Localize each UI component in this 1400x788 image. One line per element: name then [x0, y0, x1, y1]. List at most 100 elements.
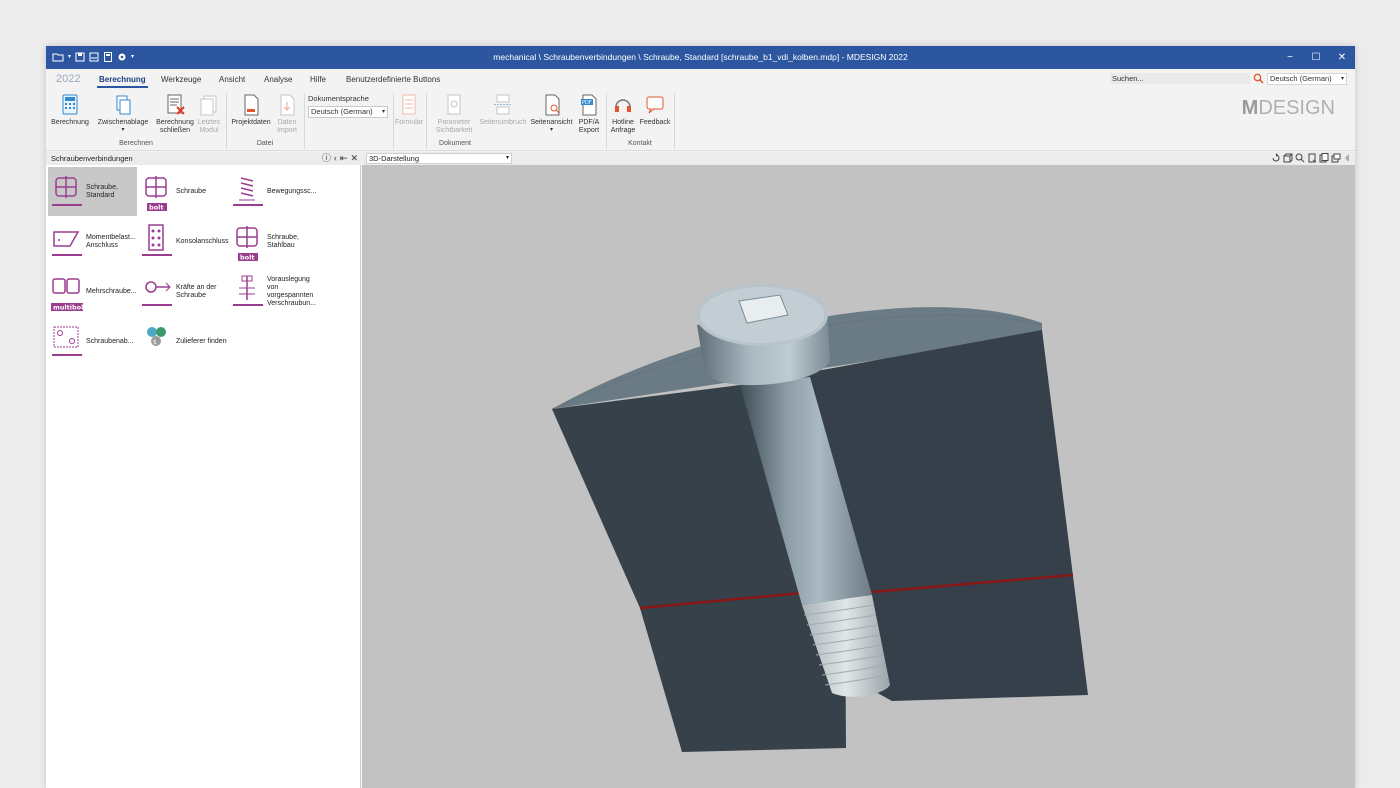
bolt-joint-icon: [52, 175, 82, 206]
tile-label-line: Mehrschraube...: [86, 287, 137, 295]
chevron-down-icon: ▾: [1340, 76, 1344, 82]
dokumentsprache-select[interactable]: Deutsch (German) ▾: [308, 106, 388, 118]
berechnung-button[interactable]: Berechnung: [51, 93, 89, 127]
tab-ansicht[interactable]: Ansicht: [219, 75, 245, 84]
tile-label-line: Schraubenab...: [86, 337, 134, 345]
parameter-visibility-icon: [447, 94, 461, 115]
minimize-button[interactable]: −: [1277, 46, 1303, 69]
berechnung-schliessen-button[interactable]: Berechnung schließen: [155, 93, 195, 134]
search-icon[interactable]: [1253, 73, 1264, 84]
tile-momentbelastet-anschluss[interactable]: Momentbelast... Anschluss: [48, 217, 137, 266]
tab-benutzerdefinierte-buttons[interactable]: Benutzerdefinierte Buttons: [346, 75, 440, 84]
tile-label-line: Vorauslegung: [267, 275, 310, 283]
hotline-anfrage-button[interactable]: Hotline Anfrage: [608, 93, 638, 134]
svg-text:PDF: PDF: [582, 100, 592, 106]
tab-hilfe[interactable]: Hilfe: [310, 75, 326, 84]
view-mode-select[interactable]: 3D-Darstellung ▾: [366, 153, 512, 164]
supplier-search-icon: $: [147, 326, 166, 346]
seitenumbruch-button[interactable]: Seitenumbruch: [478, 93, 528, 127]
feedback-button[interactable]: Feedback: [638, 93, 672, 127]
project-document-icon: [244, 94, 259, 116]
svg-text:bolt: bolt: [240, 253, 254, 261]
app-window: ▾ ▾ mechanical \ Schraubenverbindungen \…: [46, 46, 1355, 788]
page-break-icon: [494, 94, 512, 115]
calculator-icon: [62, 94, 78, 115]
ribbon: Berechnung Zwischenablage ▾ Berechnung s…: [46, 89, 1355, 151]
language-select[interactable]: Deutsch (German) ▾: [1267, 73, 1347, 85]
dokumentsprache-value: Deutsch (German): [311, 107, 373, 116]
form-icon: [402, 94, 416, 115]
spring-screw-icon: [233, 176, 263, 206]
collapse-left-icon[interactable]: [1343, 153, 1351, 163]
close-icon[interactable]: ✕: [350, 153, 358, 164]
maximize-button[interactable]: ☐: [1303, 46, 1329, 69]
tile-label-line: Stahlbau: [267, 241, 295, 249]
tab-werkzeuge[interactable]: Werkzeuge: [161, 75, 201, 84]
tile-mehrschraube[interactable]: multibolt Mehrschraube...: [48, 267, 137, 316]
box-view-icon[interactable]: [1283, 153, 1293, 163]
chevron-down-icon: ▾: [121, 126, 125, 133]
daten-import-button[interactable]: Daten Import: [274, 93, 300, 134]
group-kontakt: Kontakt: [628, 140, 652, 147]
back-icon[interactable]: ‹: [334, 153, 337, 164]
copy-view-icon[interactable]: [1319, 153, 1329, 163]
viewport-toolbar: 3D-Darstellung ▾: [362, 152, 1355, 165]
ribbon-separator: [674, 93, 675, 149]
seitenansicht-button[interactable]: Seitenansicht ▾: [529, 93, 574, 134]
tile-schraube-stahlbau[interactable]: bolt Schraube, Stahlbau: [229, 217, 318, 266]
close-button[interactable]: ✕: [1329, 46, 1355, 69]
3d-viewport[interactable]: [362, 165, 1355, 788]
tile-zulieferer-finden[interactable]: $ Zulieferer finden: [138, 317, 227, 366]
pdfa-export-button[interactable]: PDF PDF/A Export: [574, 93, 604, 134]
module-panel-header: Schraubenverbindungen ⓘ ‹ ⇤ ✕: [46, 152, 361, 165]
tile-konsolanschluss[interactable]: Konsolanschluss: [138, 217, 229, 266]
letztes-modul-label-2: Modul: [199, 126, 219, 134]
tile-schraubenabstand[interactable]: Schraubenab...: [48, 317, 137, 366]
first-page-icon[interactable]: ⇤: [340, 153, 348, 164]
tile-label-line: Konsolanschluss: [176, 237, 229, 245]
title-bar: ▾ ▾ mechanical \ Schraubenverbindungen \…: [46, 46, 1355, 69]
tile-vorauslegung[interactable]: Vorauslegung von vorgespannten Verschraubun…: [229, 267, 318, 316]
search-input[interactable]: Suchen...: [1110, 73, 1250, 84]
pdf-export-icon: PDF: [581, 94, 597, 116]
group-datei: Datei: [256, 140, 274, 147]
tile-bewegungsschraube[interactable]: Bewegungssc...: [229, 167, 318, 216]
chevron-down-icon: ▾: [505, 155, 509, 161]
moment-connection-icon: [52, 230, 82, 256]
window-layout-icon[interactable]: [1331, 153, 1341, 163]
seitenansicht-label: Seitenansicht: [530, 119, 573, 126]
chevron-down-icon: ▾: [381, 109, 385, 115]
zwischenablage-label: Zwischenablage: [97, 119, 149, 126]
tab-analyse[interactable]: Analyse: [264, 75, 292, 84]
tile-schraube-standard[interactable]: Schraube, Standard: [48, 167, 137, 216]
tile-label-line: Schraube: [176, 187, 206, 195]
rotate-icon[interactable]: [1271, 153, 1281, 163]
berechnung-label: Berechnung: [51, 119, 89, 126]
tile-schraube[interactable]: bolt Schraube: [138, 167, 227, 216]
projektdaten-label: Projektdaten: [231, 119, 271, 126]
bolt-3d-model[interactable]: [362, 165, 1355, 788]
tile-label-line: von: [267, 283, 279, 291]
tab-berechnung[interactable]: Berechnung: [97, 75, 148, 88]
svg-text:multibolt: multibolt: [53, 303, 84, 311]
multi-bolt-icon: multibolt: [51, 277, 84, 311]
logo-text: DESIGN: [1258, 97, 1335, 119]
import-icon: [280, 94, 295, 116]
tile-label-line: vorgespannten: [267, 291, 314, 299]
tile-kraefte-an-der-schraube[interactable]: Kräfte an der Schraube: [138, 267, 227, 316]
tile-label-line: Schraube,: [267, 233, 299, 241]
pdfa-label-2: Export: [578, 126, 600, 134]
formular-button[interactable]: Formular: [395, 93, 423, 127]
projektdaten-button[interactable]: Projektdaten: [229, 93, 273, 127]
page-view-icon[interactable]: [1307, 153, 1317, 163]
info-icon[interactable]: ⓘ: [322, 153, 331, 164]
zoom-icon[interactable]: [1295, 153, 1305, 163]
group-dokument: Dokument: [439, 140, 471, 147]
feedback-bubble-icon: [646, 96, 664, 114]
tile-label-line: Bewegungssc...: [267, 187, 317, 195]
zwischenablage-button[interactable]: Zwischenablage ▾: [96, 93, 150, 134]
letztes-modul-button[interactable]: Letztes Modul: [196, 93, 222, 134]
module-panel: Schraubenverbindungen ⓘ ‹ ⇤ ✕ Schraube, S…: [46, 152, 361, 788]
ribbon-tabs: 2022 Berechnung Werkzeuge Ansicht Analys…: [46, 69, 1355, 89]
parameter-sichtbarkeit-button[interactable]: Parameter Sichtbarkeit: [430, 93, 478, 134]
